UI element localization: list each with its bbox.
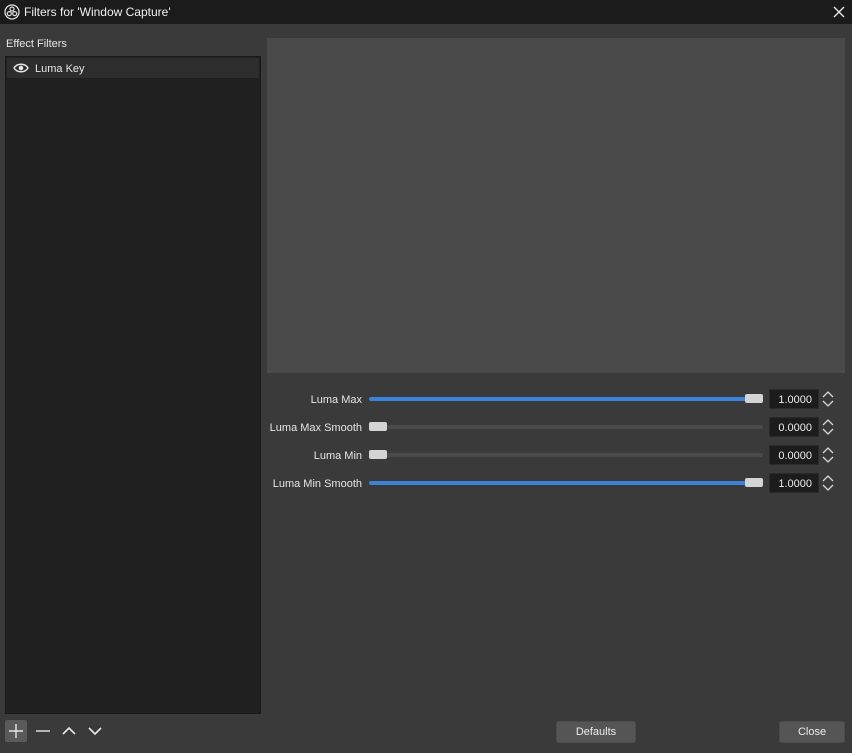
spin-down-icon[interactable] [821, 455, 835, 465]
luma-max-spinbox[interactable]: 1.0000 [769, 389, 819, 409]
spinbox-value: 0.0000 [778, 422, 812, 434]
spin-down-icon[interactable] [821, 483, 835, 493]
spin-down-icon[interactable] [821, 427, 835, 437]
luma-max-smooth-slider[interactable] [369, 420, 763, 434]
effect-filters-label: Effect Filters [6, 38, 67, 50]
luma-max-smooth-label: Luma Max Smooth [269, 422, 362, 434]
luma-min-smooth-label: Luma Min Smooth [272, 478, 362, 490]
minus-icon[interactable] [32, 720, 54, 742]
chevron-up-icon[interactable] [58, 720, 80, 742]
filter-preview [267, 38, 845, 373]
slider-handle[interactable] [369, 450, 387, 459]
slider-track [369, 425, 763, 429]
spinbox-value: 0.0000 [778, 450, 812, 462]
spin-up-icon[interactable] [821, 473, 835, 483]
chevron-down-icon[interactable] [84, 720, 106, 742]
close-icon[interactable] [826, 0, 852, 24]
close-button[interactable]: Close [779, 721, 845, 743]
plus-icon[interactable] [5, 720, 27, 742]
slider-fill [369, 397, 754, 401]
obs-logo-icon [4, 4, 20, 20]
title-bar: Filters for 'Window Capture' [0, 0, 852, 24]
luma-min-smooth-slider[interactable] [369, 476, 763, 490]
luma-min-label: Luma Min [313, 450, 362, 462]
spin-up-icon[interactable] [821, 417, 835, 427]
slider-handle[interactable] [369, 422, 387, 431]
luma-max-label: Luma Max [310, 394, 362, 406]
luma-min-spinbox[interactable]: 0.0000 [769, 445, 819, 465]
window-title: Filters for 'Window Capture' [24, 5, 171, 19]
filter-list[interactable]: Luma Key [5, 56, 261, 714]
slider-handle[interactable] [745, 394, 763, 403]
spin-up-icon[interactable] [821, 389, 835, 399]
eye-icon[interactable] [13, 62, 29, 74]
filter-item-label: Luma Key [35, 63, 85, 75]
slider-fill [369, 481, 754, 485]
luma-min-smooth-spinbox[interactable]: 1.0000 [769, 473, 819, 493]
luma-max-slider[interactable] [369, 392, 763, 406]
filter-item-luma-key[interactable]: Luma Key [7, 58, 259, 78]
spinbox-value: 1.0000 [778, 394, 812, 406]
luma-max-smooth-spinbox[interactable]: 0.0000 [769, 417, 819, 437]
slider-handle[interactable] [745, 478, 763, 487]
spinbox-value: 1.0000 [778, 478, 812, 490]
spin-up-icon[interactable] [821, 445, 835, 455]
luma-min-slider[interactable] [369, 448, 763, 462]
defaults-button[interactable]: Defaults [556, 721, 636, 743]
spin-down-icon[interactable] [821, 399, 835, 409]
slider-track [369, 453, 763, 457]
